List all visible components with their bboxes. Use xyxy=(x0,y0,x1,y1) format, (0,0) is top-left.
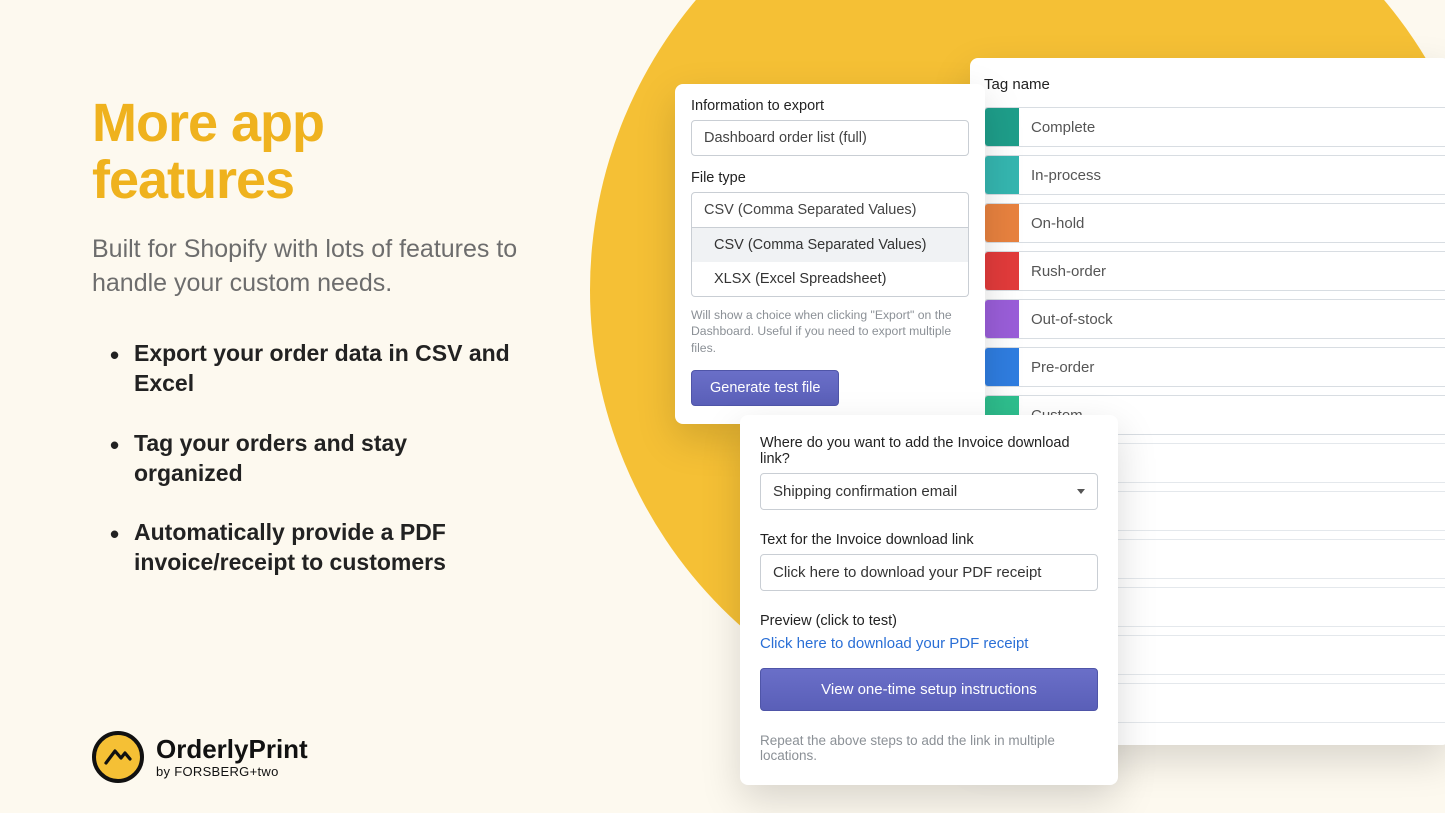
tag-row-out-of-stock[interactable]: Out-of-stock xyxy=(984,299,1445,339)
tag-label: Rush-order xyxy=(1019,263,1106,280)
invoice-link-panel: Where do you want to add the Invoice dow… xyxy=(740,415,1118,785)
logo-byline: by FORSBERG+two xyxy=(156,764,308,779)
file-type-option-csv[interactable]: CSV (Comma Separated Values) xyxy=(692,228,968,262)
export-panel: Information to export Dashboard order li… xyxy=(675,84,985,424)
tag-label: Out-of-stock xyxy=(1019,311,1113,328)
tag-swatch xyxy=(985,156,1019,194)
tag-swatch xyxy=(985,300,1019,338)
logo-name: OrderlyPrint xyxy=(156,736,308,762)
file-type-option-xlsx[interactable]: XLSX (Excel Spreadsheet) xyxy=(692,262,968,296)
tag-row-in-process[interactable]: In-process xyxy=(984,155,1445,195)
invoice-link-text-input[interactable]: Click here to download your PDF receipt xyxy=(760,554,1098,591)
feature-bullets: Export your order data in CSV and Excel … xyxy=(92,339,522,578)
tag-label: In-process xyxy=(1019,167,1101,184)
invoice-location-label: Where do you want to add the Invoice dow… xyxy=(760,435,1098,467)
tag-label: Pre-order xyxy=(1019,359,1094,376)
chevron-down-icon xyxy=(1077,489,1085,494)
generate-test-file-button[interactable]: Generate test file xyxy=(691,370,839,406)
export-help-text: Will show a choice when clicking "Export… xyxy=(691,307,969,356)
view-setup-instructions-button[interactable]: View one-time setup instructions xyxy=(760,668,1098,711)
invoice-link-text-label: Text for the Invoice download link xyxy=(760,532,1098,548)
invoice-location-select[interactable]: Shipping confirmation email xyxy=(760,473,1098,510)
tag-label: Complete xyxy=(1019,119,1095,136)
preview-label: Preview (click to test) xyxy=(760,613,1098,629)
info-to-export-label: Information to export xyxy=(691,98,969,114)
brand-logo: OrderlyPrint by FORSBERG+two xyxy=(92,731,308,783)
invoice-location-value: Shipping confirmation email xyxy=(773,483,957,500)
bullet-export: Export your order data in CSV and Excel xyxy=(92,339,522,399)
repeat-steps-note: Repeat the above steps to add the link i… xyxy=(760,733,1098,763)
tag-row-on-hold[interactable]: On-hold xyxy=(984,203,1445,243)
bullet-tag: Tag your orders and stay organized xyxy=(92,429,522,489)
tag-swatch xyxy=(985,348,1019,386)
preview-download-link[interactable]: Click here to download your PDF receipt xyxy=(760,635,1098,652)
bullet-invoice: Automatically provide a PDF invoice/rece… xyxy=(92,518,522,578)
tag-row-complete[interactable]: Complete xyxy=(984,107,1445,147)
headline: More app features xyxy=(92,95,522,208)
tag-swatch xyxy=(985,252,1019,290)
logo-badge-icon xyxy=(92,731,144,783)
tag-label: On-hold xyxy=(1019,215,1084,232)
subheadline: Built for Shopify with lots of features … xyxy=(92,233,522,301)
file-type-select[interactable]: CSV (Comma Separated Values) xyxy=(691,192,969,228)
tag-swatch xyxy=(985,108,1019,146)
tag-row-pre-order[interactable]: Pre-order xyxy=(984,347,1445,387)
file-type-options: CSV (Comma Separated Values) XLSX (Excel… xyxy=(691,228,969,297)
tag-swatch xyxy=(985,204,1019,242)
tag-panel-title: Tag name xyxy=(984,76,1445,93)
info-to-export-select[interactable]: Dashboard order list (full) xyxy=(691,120,969,156)
tag-row-rush-order[interactable]: Rush-order xyxy=(984,251,1445,291)
file-type-label: File type xyxy=(691,170,969,186)
